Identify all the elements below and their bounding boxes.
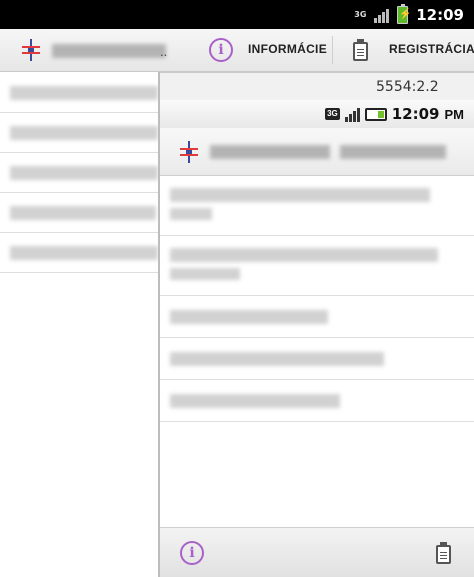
network-3g-icon: 3G — [325, 108, 340, 120]
status-bar: 3G ⚡ 12:09 — [0, 0, 474, 29]
info-icon[interactable]: i — [209, 38, 233, 62]
list-item-label — [170, 188, 430, 202]
list-item-label-line2 — [170, 208, 212, 220]
list-item[interactable] — [0, 73, 160, 113]
list-item[interactable] — [160, 380, 474, 422]
list-item[interactable] — [0, 233, 160, 273]
phone-window-titlebar: 5554:2.2 — [160, 72, 474, 100]
list-item-label — [170, 310, 328, 324]
list-item-label-line2 — [170, 268, 240, 280]
list-item-label — [170, 248, 438, 262]
clipboard-icon[interactable] — [353, 39, 368, 61]
list-item-label — [10, 86, 158, 100]
list-item[interactable] — [160, 296, 474, 338]
list-item-label — [10, 206, 156, 220]
phone-status-time: 12:09 — [391, 105, 440, 123]
app-title — [52, 44, 166, 58]
phone-preview-window: 5554:2.2 3G 12:09 PM i — [158, 72, 474, 577]
app-logo-icon[interactable] — [20, 39, 42, 61]
battery-icon: ⚡ — [397, 3, 412, 24]
list-item[interactable] — [160, 176, 474, 236]
phone-window-title: 5554:2.2 — [376, 79, 439, 95]
phone-status-bar: 3G 12:09 PM — [160, 100, 474, 128]
list-item[interactable] — [160, 236, 474, 296]
app-logo-icon[interactable] — [178, 141, 200, 163]
signal-icon — [344, 106, 360, 122]
back-list — [0, 73, 160, 273]
phone-list — [160, 176, 474, 422]
phone-bottom-bar: i — [160, 527, 474, 577]
status-time: 12:09 — [416, 5, 464, 24]
app-title-ellipsis: .. — [160, 44, 168, 59]
network-3g-icon: 3G — [354, 9, 367, 19]
list-item-label — [170, 394, 340, 408]
clipboard-icon[interactable] — [436, 542, 451, 564]
register-button-label[interactable]: REGISTRÁCIA — [389, 42, 474, 56]
list-item-label — [10, 166, 158, 180]
phone-app-title — [210, 145, 330, 159]
info-button-label[interactable]: INFORMÁCIE — [248, 42, 327, 56]
info-icon[interactable]: i — [180, 541, 204, 565]
list-item[interactable] — [160, 338, 474, 380]
list-item-label — [10, 246, 158, 260]
signal-icon — [374, 7, 390, 23]
phone-app-title-rest — [340, 145, 446, 159]
list-item[interactable] — [0, 113, 160, 153]
phone-action-bar — [160, 128, 474, 176]
action-divider — [332, 36, 333, 64]
phone-status-ampm: PM — [444, 106, 465, 122]
list-item-label — [10, 126, 158, 140]
list-item-label — [170, 352, 384, 366]
battery-icon — [364, 107, 387, 121]
list-item[interactable] — [0, 153, 160, 193]
list-item[interactable] — [0, 193, 160, 233]
